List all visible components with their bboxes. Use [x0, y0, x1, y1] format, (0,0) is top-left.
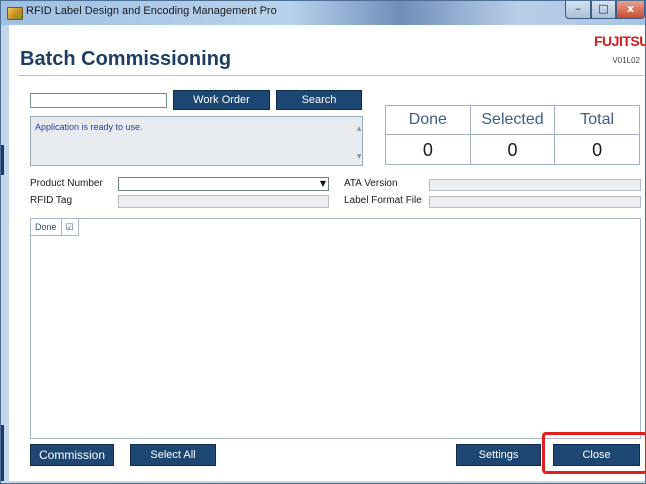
search-button[interactable]: Search [276, 90, 362, 110]
count-selected-label: Selected [470, 106, 555, 135]
left-edge-strip [1, 25, 9, 481]
header-divider [18, 75, 644, 76]
version-label: V01L02 [612, 56, 640, 65]
select-all-button[interactable]: Select All [130, 444, 216, 466]
grid-header: Done ☑ [31, 219, 79, 236]
window-close-button[interactable]: x [616, 1, 645, 19]
ata-version-label: ATA Version [344, 178, 398, 189]
grid-column-done[interactable]: Done [31, 219, 62, 236]
status-message: Application is ready to use. [35, 122, 143, 132]
window-title: RFID Label Design and Encoding Managemen… [26, 5, 277, 17]
count-done: Done 0 [386, 106, 470, 164]
grid-column-select-checkbox-icon[interactable]: ☑ [61, 219, 79, 236]
title-bar[interactable]: RFID Label Design and Encoding Managemen… [1, 1, 645, 25]
work-order-button[interactable]: Work Order [173, 90, 270, 110]
close-button-highlight [542, 432, 646, 474]
product-number-label: Product Number [30, 178, 103, 189]
count-selected: Selected 0 [469, 106, 555, 164]
maximize-button[interactable]: □ [591, 1, 616, 19]
count-total-value: 0 [592, 140, 603, 160]
work-order-input[interactable] [30, 93, 167, 108]
app-icon [7, 7, 23, 20]
minimize-button[interactable]: – [565, 1, 591, 19]
label-format-file-label: Label Format File [344, 195, 422, 206]
rfid-tag-label: RFID Tag [30, 195, 73, 206]
count-done-value: 0 [422, 140, 433, 160]
count-done-label: Done [386, 106, 470, 135]
chevron-down-icon[interactable]: ▼ [320, 178, 326, 190]
rfid-tag-field [118, 195, 329, 208]
page-title: Batch Commissioning [20, 48, 232, 70]
ata-version-field [429, 179, 641, 191]
status-message-box: Application is ready to use. ▲ ▼ [30, 116, 363, 166]
edge-mark [1, 425, 4, 481]
label-format-file-field [429, 196, 641, 208]
scroll-down-icon[interactable]: ▼ [355, 153, 363, 160]
count-selected-value: 0 [507, 140, 518, 160]
brand-logo: FUJITSU [594, 33, 646, 49]
tag-grid[interactable]: Done ☑ [30, 218, 641, 439]
commission-button[interactable]: Commission [30, 444, 114, 466]
counts-panel: Done 0 Selected 0 Total 0 [385, 105, 640, 165]
product-number-select[interactable]: ▼ [118, 177, 329, 191]
count-total: Total 0 [554, 106, 640, 164]
scroll-up-icon[interactable]: ▲ [355, 125, 363, 132]
edge-mark [1, 145, 4, 175]
settings-button[interactable]: Settings [456, 444, 541, 466]
count-total-label: Total [555, 106, 640, 135]
